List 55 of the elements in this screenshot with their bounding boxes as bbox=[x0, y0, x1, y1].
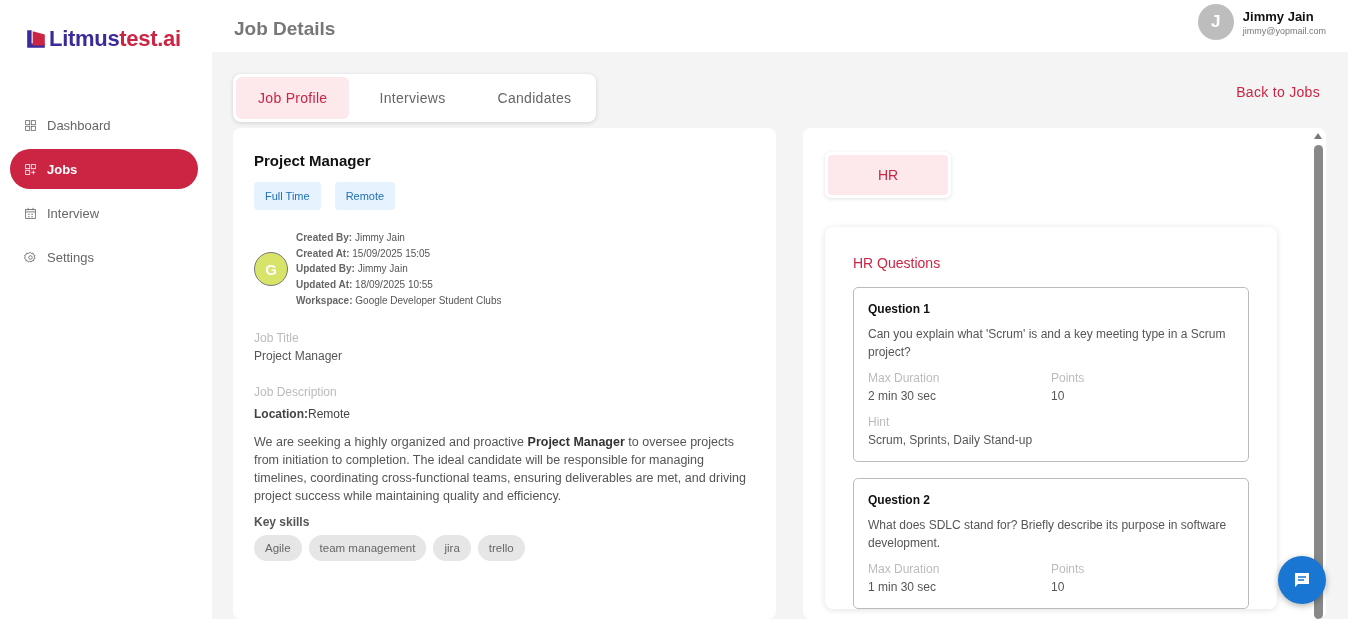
workspace-avatar: G bbox=[254, 252, 288, 287]
sidebar-item[interactable]: Settings bbox=[10, 237, 198, 277]
sidebar-item[interactable]: Dashboard bbox=[10, 105, 198, 145]
tab[interactable]: HR bbox=[828, 155, 948, 195]
field-label: Hint bbox=[868, 415, 891, 429]
tab[interactable]: Interviews bbox=[357, 77, 468, 119]
field-label: Max Duration bbox=[868, 562, 941, 576]
grid-plus-icon bbox=[24, 162, 37, 176]
tab[interactable]: Job Profile bbox=[236, 77, 350, 119]
back-link[interactable]: Back to Jobs bbox=[1236, 84, 1320, 100]
question-text: Can you explain what 'Scrum' is and a key meeting type in a Scrum project? bbox=[868, 326, 1227, 361]
field-value: Project Manager bbox=[254, 348, 344, 363]
tab[interactable]: Candidates bbox=[475, 77, 594, 119]
page-title: Job Details bbox=[234, 18, 336, 40]
field-value: Scrum, Sprints, Daily Stand-up bbox=[868, 433, 1034, 447]
skills-label: Key skills bbox=[254, 514, 311, 529]
field-label: Points bbox=[1051, 371, 1086, 385]
section-heading: HR Questions bbox=[853, 255, 942, 271]
logo-text: Litmustest.ai bbox=[49, 26, 181, 52]
field-label: Max Duration bbox=[868, 371, 941, 385]
question-title: Question 1 bbox=[868, 302, 931, 316]
logo-icon bbox=[25, 27, 47, 51]
chat-icon bbox=[1292, 570, 1312, 590]
skill-chip: Agile bbox=[254, 534, 302, 561]
settings-icon bbox=[24, 250, 37, 264]
scrollbar-thumb[interactable] bbox=[1313, 145, 1323, 619]
skill-chip: trello bbox=[477, 534, 525, 561]
tag: Remote bbox=[334, 182, 396, 210]
location-text: Location:Remote bbox=[254, 406, 352, 421]
meta-line: Workspace: Google Developer Student Clubs bbox=[296, 293, 502, 308]
field-value: 10 bbox=[1051, 580, 1066, 594]
user-email: jimmy@yopmail.com bbox=[1242, 25, 1326, 36]
sidebar-item[interactable]: Jobs bbox=[10, 149, 198, 189]
scroll-up-icon[interactable] bbox=[1313, 132, 1323, 140]
meta-line: Updated At: 18/09/2025 10:55 bbox=[296, 278, 434, 293]
meta-line: Created By: Jimmy Jain bbox=[296, 231, 406, 245]
sidebar-item[interactable]: Interview bbox=[10, 193, 198, 233]
meta-line: Updated By: Jimmy Jain bbox=[296, 262, 409, 277]
skill-chip: jira bbox=[433, 534, 471, 561]
description-paragraph: We are seeking a highly organized and proactive Project Manager to oversee projects from initiation to completion. The ideal candidate will be responsible for managing timelines, coordinating cross-functional teams, ensuring deliverables are met, and driving project success while maintaining quality and efficiency. bbox=[254, 433, 747, 505]
meta-line: Created At: 15/09/2025 15:05 bbox=[296, 246, 432, 261]
field-value: 1 min 30 sec bbox=[868, 580, 938, 594]
question-title: Question 2 bbox=[868, 493, 931, 507]
grid-icon bbox=[24, 118, 37, 132]
field-label: Job Description bbox=[254, 384, 338, 399]
field-value: 10 bbox=[1051, 389, 1066, 403]
user-name: Jimmy Jain bbox=[1242, 8, 1315, 24]
field-value: 2 min 30 sec bbox=[868, 389, 938, 403]
skill-chip: team management bbox=[308, 534, 427, 561]
job-title: Project Manager bbox=[254, 152, 372, 169]
tag: Full Time bbox=[254, 182, 321, 210]
field-label: Points bbox=[1051, 562, 1086, 576]
question-text: What does SDLC stand for? Briefly describe its purpose in software development. bbox=[868, 517, 1228, 552]
calendar-icon bbox=[24, 206, 37, 220]
field-label: Job Title bbox=[254, 330, 300, 345]
